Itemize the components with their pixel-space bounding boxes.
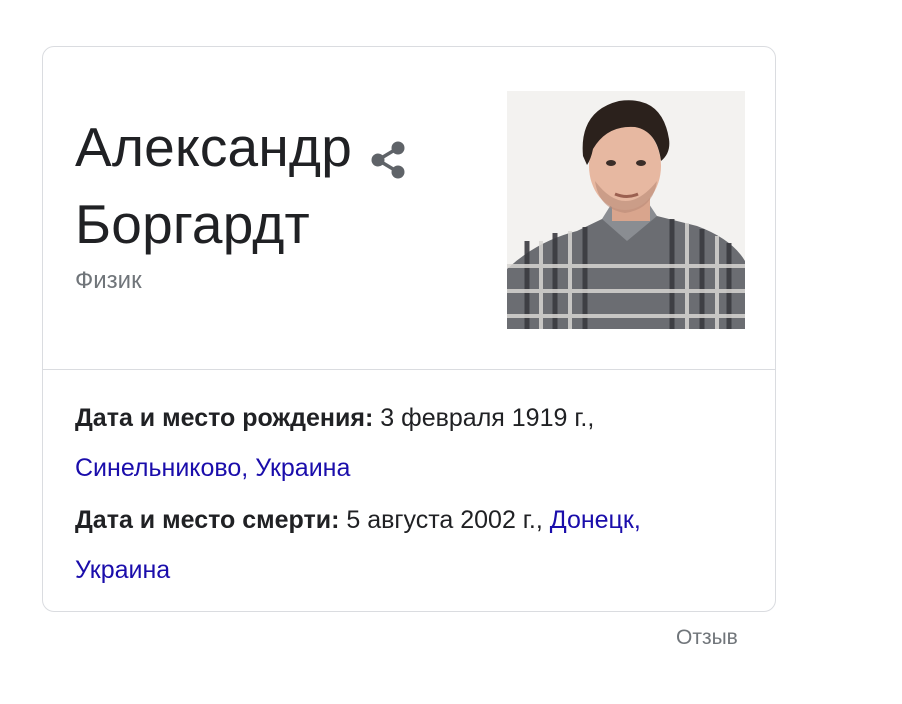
birth-label: Дата и место рождения: — [75, 404, 374, 432]
death-fact: Дата и место смерти: 5 августа 2002 г., … — [75, 495, 745, 595]
birth-place-link[interactable]: Синельниково, Украина — [75, 454, 350, 482]
death-label: Дата и место смерти: — [75, 506, 340, 534]
person-photo[interactable] — [507, 91, 745, 329]
death-date: 5 августа 2002 г., — [346, 506, 543, 534]
share-icon[interactable] — [368, 124, 408, 179]
entity-subtitle: Физик — [75, 267, 142, 294]
entity-title: Александр Боргардт — [75, 109, 408, 263]
feedback-link[interactable]: Отзыв — [676, 626, 738, 650]
title-line-1: Александр — [75, 109, 408, 186]
title-last-name: Боргардт — [75, 193, 310, 255]
knowledge-panel-card: Александр Боргардт Физик Дата и место ро… — [42, 46, 776, 612]
birth-fact: Дата и место рождения: 3 февраля 1919 г.… — [75, 393, 745, 493]
death-place-link-continued[interactable]: Украина — [75, 556, 170, 584]
facts-section: Дата и место рождения: 3 февраля 1919 г.… — [75, 393, 745, 597]
death-place-link[interactable]: Донецк, — [550, 506, 641, 534]
birth-date: 3 февраля 1919 г., — [380, 404, 595, 432]
title-first-name: Александр — [75, 116, 352, 178]
section-divider — [43, 369, 775, 370]
